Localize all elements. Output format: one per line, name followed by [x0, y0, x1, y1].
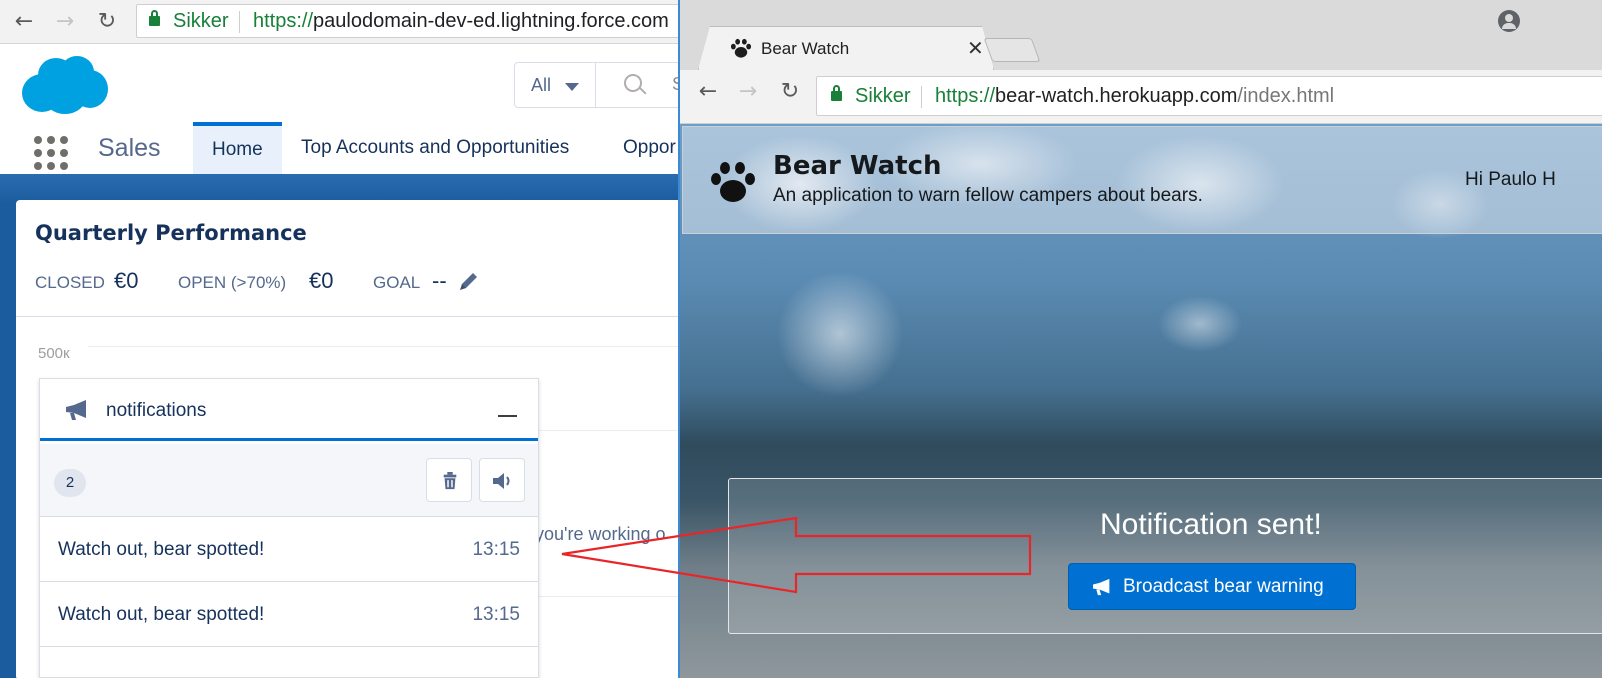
- url-path: /index.html: [1237, 85, 1335, 107]
- reload-icon[interactable]: ↻: [776, 78, 804, 106]
- broadcast-button-label: Broadcast bear warning: [1123, 576, 1324, 597]
- chart-y-tick: 500к: [38, 345, 70, 362]
- bear-watch-browser-window: Bear Watch ✕ ← → ↻ Sikker https://bear-w…: [678, 0, 1602, 678]
- close-icon[interactable]: ✕: [967, 36, 984, 60]
- right-tab-strip: Bear Watch ✕: [680, 0, 1602, 70]
- notification-message: Watch out, bear spotted!: [58, 604, 265, 625]
- url-scheme: https://: [935, 85, 996, 107]
- lock-icon: [149, 10, 160, 26]
- chevron-down-icon: [565, 83, 579, 91]
- notifications-panel: notifications 2 Watch out, bear spotted!…: [39, 378, 539, 678]
- closed-value: €0: [114, 268, 139, 293]
- forward-icon[interactable]: →: [734, 78, 762, 106]
- notification-time: 13:15: [472, 539, 520, 560]
- broadcast-panel: [728, 478, 1602, 634]
- profile-icon[interactable]: [1498, 10, 1520, 32]
- notifications-header: notifications: [40, 379, 538, 441]
- reload-icon[interactable]: ↻: [93, 8, 121, 36]
- url-host: bear-watch.herokuapp.com: [995, 85, 1238, 107]
- url-scheme: https://: [253, 10, 314, 32]
- app-launcher-icon[interactable]: [34, 136, 68, 170]
- notification-count-badge: 2: [54, 469, 86, 497]
- url-text: https://bear-watch.herokuapp.com/index.h…: [935, 85, 1334, 108]
- url-text: https://paulodomain-dev-ed.lightning.for…: [253, 10, 669, 33]
- forward-icon[interactable]: →: [51, 8, 79, 36]
- minimize-icon[interactable]: [498, 403, 518, 423]
- notification-status: Notification sent!: [1100, 508, 1322, 541]
- card-body-text: you're working o: [535, 524, 666, 544]
- bear-watch-header: Bear Watch An application to warn fellow…: [682, 126, 1602, 234]
- search-icon: [624, 74, 642, 92]
- clear-notifications-button[interactable]: [426, 458, 472, 502]
- secure-label: Sikker: [173, 10, 229, 32]
- back-icon[interactable]: ←: [10, 8, 38, 36]
- tab-bear-watch[interactable]: Bear Watch ✕: [698, 26, 994, 70]
- omnibox-separator: [921, 86, 922, 108]
- goal-label: GOAL: [373, 273, 421, 292]
- app-name: Sales: [98, 134, 161, 162]
- paw-icon: [711, 162, 755, 202]
- notification-time: 13:15: [472, 604, 520, 625]
- notifications-title: notifications: [106, 400, 207, 421]
- mute-notifications-button[interactable]: [479, 458, 525, 502]
- open-value: €0: [309, 268, 334, 293]
- new-tab-icon[interactable]: [983, 38, 1041, 62]
- tab-title: Bear Watch: [761, 39, 850, 58]
- omnibox-separator: [239, 11, 240, 33]
- notifications-toolbar: 2: [40, 444, 538, 517]
- user-greeting: Hi Paulo H: [1465, 169, 1556, 190]
- app-subtitle: An application to warn fellow campers ab…: [773, 185, 1203, 206]
- broadcast-bear-warning-button[interactable]: Broadcast bear warning: [1068, 563, 1356, 610]
- notification-message: Watch out, bear spotted!: [58, 539, 265, 560]
- chart-gridline: [88, 346, 700, 347]
- paw-icon: [729, 37, 753, 59]
- notification-item[interactable]: Watch out, bear spotted! 13:15: [40, 518, 538, 582]
- tab-top-accounts[interactable]: Top Accounts and Opportunities: [301, 122, 569, 174]
- url-host: paulodomain-dev-ed.lightning.force.com: [313, 10, 669, 32]
- salesforce-logo[interactable]: [22, 56, 108, 114]
- tab-opportunities[interactable]: Oppor: [623, 122, 676, 174]
- right-browser-toolbar: ← → ↻ Sikker https://bear-watch.herokuap…: [680, 70, 1602, 124]
- left-browser-toolbar: ← → ↻ Sikker https://paulodomain-dev-ed.…: [0, 0, 700, 44]
- back-icon[interactable]: ←: [694, 78, 722, 106]
- app-title: Bear Watch: [773, 151, 942, 181]
- right-address-bar[interactable]: Sikker https://bear-watch.herokuapp.com/…: [816, 76, 1602, 116]
- closed-label: CLOSED: [35, 273, 105, 292]
- card-divider: [16, 316, 700, 317]
- goal-value: --: [432, 268, 447, 293]
- left-address-bar[interactable]: Sikker https://paulodomain-dev-ed.lightn…: [136, 4, 700, 38]
- search-scope-dropdown[interactable]: All: [514, 62, 596, 108]
- search-scope-label: All: [531, 75, 552, 95]
- trash-icon: [443, 472, 457, 490]
- open-label: OPEN (>70%): [178, 273, 287, 292]
- speaker-icon: [493, 473, 510, 489]
- secure-label: Sikker: [855, 85, 911, 107]
- tab-home[interactable]: Home: [193, 122, 282, 174]
- card-title: Quarterly Performance: [35, 221, 307, 245]
- megaphone-icon: [66, 400, 86, 420]
- edit-pencil-icon[interactable]: [458, 270, 480, 292]
- notification-item[interactable]: Watch out, bear spotted! 13:15: [40, 583, 538, 647]
- lock-icon: [831, 85, 842, 101]
- megaphone-icon: [1093, 578, 1110, 596]
- salesforce-browser-window: ← → ↻ Sikker https://paulodomain-dev-ed.…: [0, 0, 700, 678]
